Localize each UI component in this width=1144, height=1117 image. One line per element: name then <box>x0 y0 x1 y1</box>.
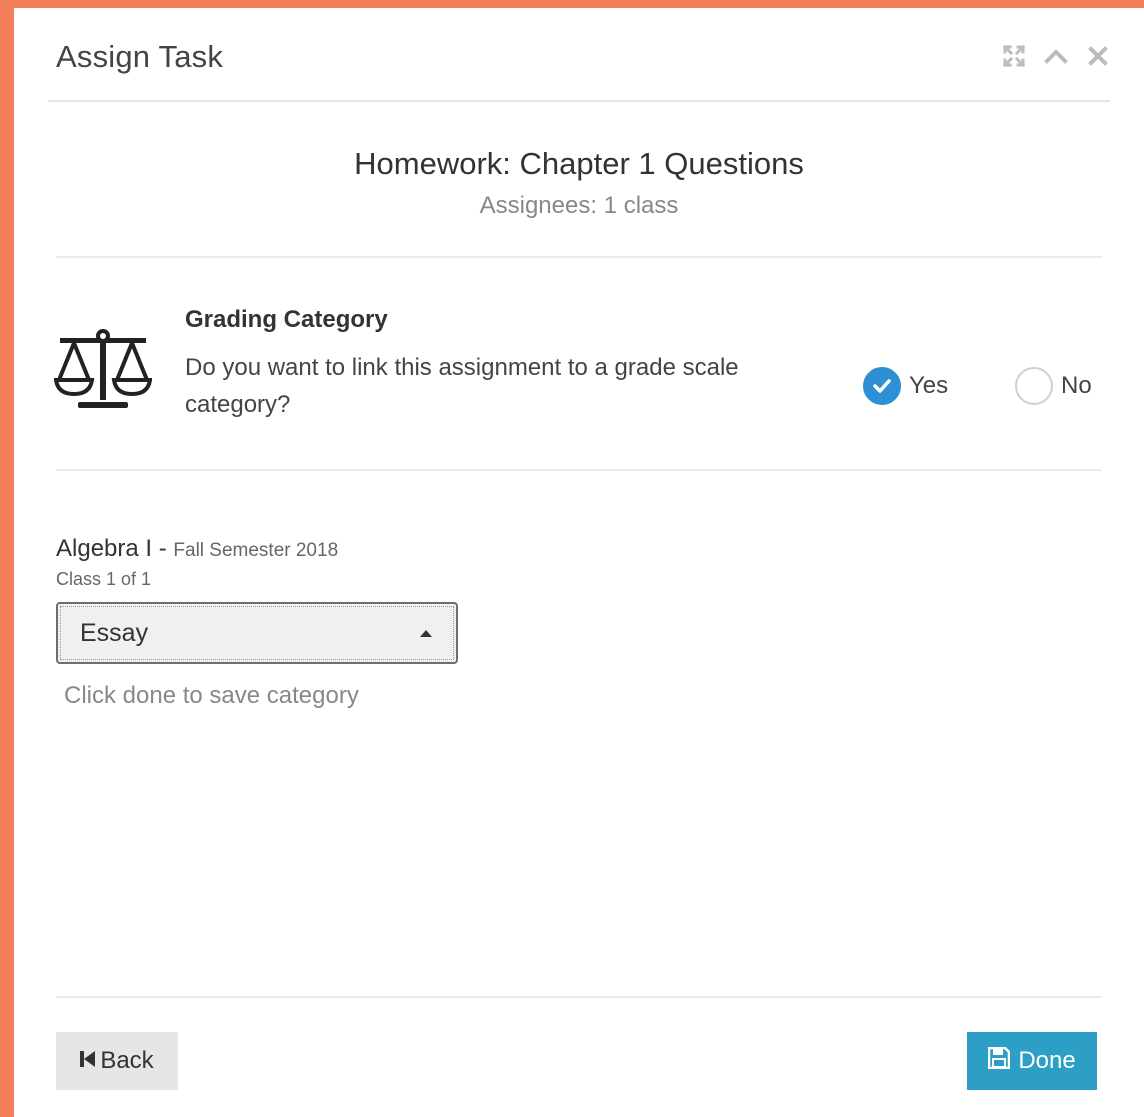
grading-category-select[interactable]: Essay <box>56 602 458 664</box>
section-divider <box>56 469 1102 471</box>
window-controls <box>1002 44 1110 68</box>
assignees-count: Assignees: 1 class <box>479 192 679 219</box>
close-icon[interactable] <box>1086 44 1110 68</box>
grading-question: Do you want to link this assignment to a… <box>185 354 739 418</box>
class-title: Algebra I - <box>56 535 174 562</box>
radio-yes-label: Yes <box>909 372 949 399</box>
chevron-up-icon[interactable] <box>1044 44 1068 68</box>
radio-circle-icon[interactable] <box>1015 367 1053 405</box>
radio-yes[interactable]: Yes <box>863 366 948 406</box>
radio-no[interactable]: No <box>1015 366 1092 406</box>
back-button-label: Back <box>100 1047 154 1074</box>
dialog-header: Assign Task <box>48 8 1110 102</box>
save-icon <box>988 1046 1011 1076</box>
class-name: Algebra I - Fall Semester 2018 <box>56 535 338 563</box>
section-divider <box>56 256 1102 258</box>
radio-no-label: No <box>1061 372 1092 399</box>
class-semester: Fall Semester 2018 <box>173 540 339 561</box>
grading-category-title: Grading Category <box>185 306 388 333</box>
footer-divider <box>56 996 1102 998</box>
caret-up-icon <box>420 629 432 637</box>
back-button[interactable]: Back <box>56 1032 178 1090</box>
assign-task-dialog: Assign Task Homework: Chapter 1 Question… <box>14 8 1144 1117</box>
dialog-title: Assign Task <box>56 39 224 74</box>
check-icon[interactable] <box>863 367 901 405</box>
class-count: Class 1 of 1 <box>56 569 152 589</box>
balance-scale-icon <box>53 326 153 412</box>
task-heading: Homework: Chapter 1 Questions <box>354 146 804 181</box>
save-hint: Click done to save category <box>64 682 359 709</box>
done-button[interactable]: Done <box>967 1032 1097 1090</box>
expand-icon[interactable] <box>1002 44 1026 68</box>
selected-category: Essay <box>80 618 149 647</box>
step-backward-icon <box>80 1047 96 1075</box>
done-button-label: Done <box>1018 1047 1076 1074</box>
